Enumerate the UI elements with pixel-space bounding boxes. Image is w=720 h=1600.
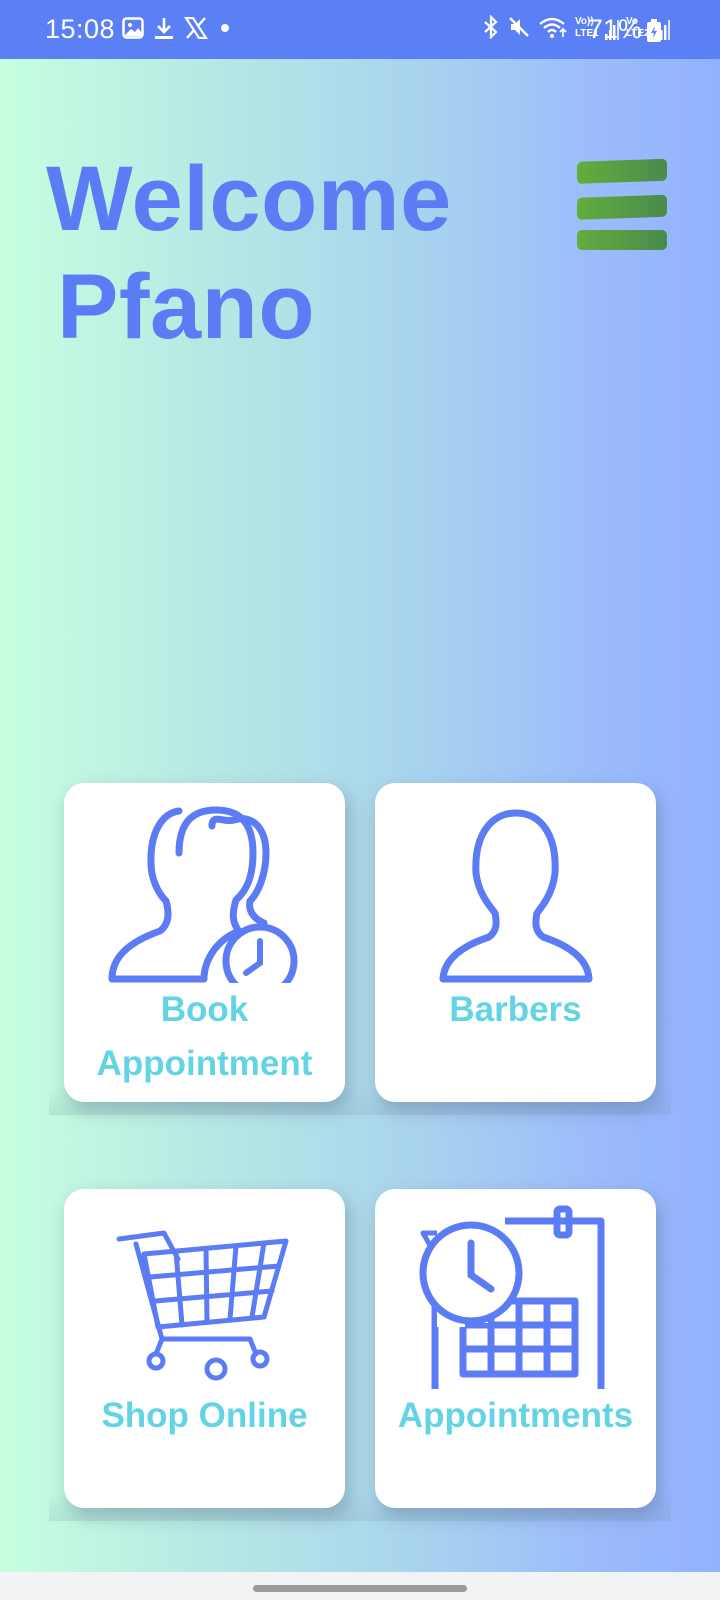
dot-icon: [218, 21, 232, 40]
barbers-label: Barbers: [449, 990, 582, 1029]
shop-online-label: Shop Online: [101, 1396, 308, 1435]
shop-online-tile[interactable]: Shop Online: [64, 1189, 345, 1508]
download-icon: [154, 16, 174, 45]
mute-icon: [507, 15, 531, 44]
appointments-tile[interactable]: Appointments: [375, 1189, 656, 1508]
status-left-icons: [122, 16, 232, 45]
book-appointment-tile[interactable]: Book Appointment: [64, 783, 345, 1102]
wifi-icon: [538, 15, 568, 44]
battery-icon: [646, 19, 662, 48]
appointments-label: Appointments: [397, 1396, 634, 1435]
battery-percent: 71%: [587, 14, 642, 44]
home-gesture-pill[interactable]: [253, 1585, 467, 1592]
book-label-line1: Book: [160, 990, 249, 1029]
welcome-line1: Welcome: [46, 148, 452, 250]
status-time: 15:08: [45, 14, 116, 44]
welcome-user-name: Pfano: [57, 256, 316, 358]
welcome-heading: Welcome Pfano: [46, 145, 452, 361]
bluetooth-icon: [482, 14, 500, 44]
users-clock-icon: [108, 806, 298, 983]
barbers-tile[interactable]: Barbers: [375, 783, 656, 1102]
navigation-bar: [0, 1572, 720, 1600]
status-bar: 15:08 Vo)) LTE1 Vo LTE2 71%: [0, 0, 720, 59]
shopping-cart-icon: [116, 1230, 289, 1381]
x-logo-icon: [183, 16, 209, 44]
book-appointment-label: Book Appointment: [64, 983, 345, 1091]
gallery-icon: [122, 17, 144, 44]
calendar-clock-icon: [419, 1205, 605, 1389]
book-label-line2: Appointment: [96, 1044, 313, 1083]
user-icon: [439, 809, 593, 983]
menu-button[interactable]: [573, 158, 669, 254]
hamburger-menu-icon: [577, 158, 667, 250]
